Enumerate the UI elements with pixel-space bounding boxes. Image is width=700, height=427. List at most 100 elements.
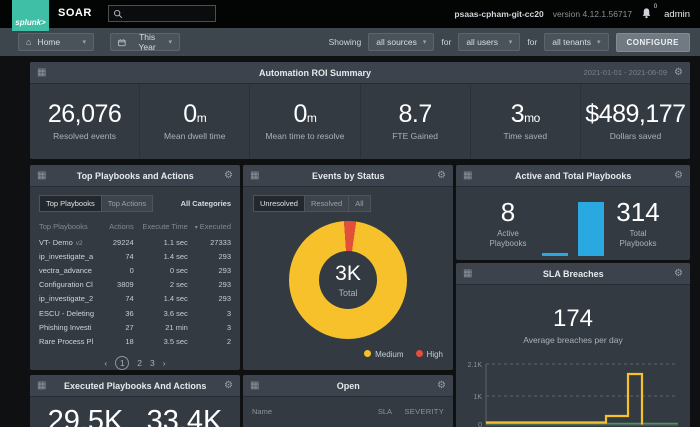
active-bar — [542, 253, 568, 256]
tab-unresolved[interactable]: Unresolved — [253, 195, 305, 212]
gear-icon[interactable]: ⚙ — [437, 171, 446, 181]
topbar-right: psaas-cpham-git-cc20 version 4.12.1.5671… — [454, 0, 690, 28]
panel-executed-playbooks: ▦ Executed Playbooks And Actions ⚙ 29.5K… — [30, 375, 240, 427]
gear-icon[interactable]: ⚙ — [674, 269, 683, 279]
table-row[interactable]: vectra_advance00 sec293 — [39, 263, 231, 277]
active-total-body: 8 Active Playbooks 314 Total Playbooks — [456, 187, 690, 260]
configure-button[interactable]: CONFIGURE — [616, 33, 691, 52]
gear-icon[interactable]: ⚙ — [674, 171, 683, 181]
table-row[interactable]: VT- Demov2 292241.1 sec27333 — [39, 235, 231, 249]
tab-resolved[interactable]: Resolved — [305, 195, 349, 212]
legend-high[interactable]: High — [416, 350, 443, 359]
nav-dropdown[interactable]: ⌂ Home ▾ — [18, 33, 94, 51]
panel-header: ▦ Open ⚙ — [243, 375, 453, 397]
panel-open-events: ▦ Open ⚙ Name SLA SEVERITY — [243, 375, 453, 427]
drag-handle-icon[interactable]: ▦ — [37, 171, 46, 181]
users-value: all users — [466, 37, 498, 47]
drag-handle-icon[interactable]: ▦ — [37, 68, 46, 78]
panel-sla-breaches: ▦ SLA Breaches ⚙ 174 Average breaches pe… — [456, 263, 690, 427]
global-search[interactable] — [108, 5, 216, 22]
events-body: Unresolved Resolved All 3K Total Medium … — [243, 187, 453, 359]
col-actions[interactable]: Actions — [104, 220, 133, 235]
table-row[interactable]: ESCU - Deleting363.6 sec3 — [39, 306, 231, 320]
nav-dropdown-label: Home — [37, 37, 60, 47]
panel-top-playbooks: ▦ Top Playbooks and Actions ⚙ Top Playbo… — [30, 165, 240, 370]
col-name[interactable]: Name — [252, 407, 354, 416]
panel-header: ▦ Automation ROI Summary 2021-01-01 - 20… — [30, 62, 690, 84]
stat-value: 3 — [511, 100, 524, 128]
events-tabs: Unresolved Resolved All — [253, 195, 443, 212]
drag-handle-icon[interactable]: ▦ — [463, 171, 472, 181]
category-filter[interactable]: All Categories — [181, 199, 231, 208]
playbooks-bar-chart[interactable] — [542, 200, 604, 256]
gear-icon[interactable]: ⚙ — [674, 68, 683, 78]
users-select[interactable]: all users ▾ — [458, 33, 520, 51]
tab-top-playbooks[interactable]: Top Playbooks — [39, 195, 102, 212]
dashboard-toolbar: ⌂ Home ▾ This Year ▾ Showing all sources… — [0, 28, 700, 56]
col-severity[interactable]: SEVERITY — [392, 407, 444, 416]
stat-label: FTE Gained — [392, 131, 438, 141]
y-tick-top: 2.1K — [468, 362, 483, 369]
panel-title: Automation ROI Summary — [46, 68, 583, 78]
table-header-row: Top Playbooks Actions Execute Time ▾Exec… — [39, 220, 231, 235]
sla-line-chart[interactable]: 2.1K 1K 0 — [460, 355, 686, 427]
gear-icon[interactable]: ⚙ — [224, 171, 233, 181]
col-executed[interactable]: ▾Executed — [188, 220, 231, 235]
gear-icon[interactable]: ⚙ — [224, 381, 233, 391]
drag-handle-icon[interactable]: ▦ — [250, 171, 259, 181]
drag-handle-icon[interactable]: ▦ — [37, 381, 46, 391]
tab-all[interactable]: All — [349, 195, 370, 212]
app-root: splunk> SOAR psaas-cpham-git-cc20 versio… — [0, 0, 700, 427]
page-3[interactable]: 3 — [150, 358, 155, 368]
tab-top-actions[interactable]: Top Actions — [102, 195, 153, 212]
dashboard-content: ▦ Automation ROI Summary 2021-01-01 - 20… — [0, 56, 700, 427]
total-value: 314 — [610, 199, 666, 225]
panel-title: Top Playbooks and Actions — [46, 171, 224, 181]
col-name[interactable]: Top Playbooks — [39, 220, 104, 235]
sources-select[interactable]: all sources ▾ — [368, 33, 434, 51]
col-execute-time[interactable]: Execute Time — [134, 220, 188, 235]
executed-actions-value: 33.4K — [147, 405, 223, 427]
panel-header: ▦ Active and Total Playbooks ⚙ — [456, 165, 690, 187]
splunk-logo[interactable]: splunk> — [12, 0, 49, 31]
sla-stat: 174 Average breaches per day — [456, 307, 690, 345]
y-tick-mid: 1K — [473, 394, 482, 401]
panel-header: ▦ Executed Playbooks And Actions ⚙ — [30, 375, 240, 397]
panel-events-by-status: ▦ Events by Status ⚙ Unresolved Resolved… — [243, 165, 453, 370]
notification-count-badge: 0 — [654, 4, 657, 10]
table-row[interactable]: ip_investigate_a741.4 sec293 — [39, 249, 231, 263]
table-row[interactable]: ip_investigate_2741.4 sec293 — [39, 292, 231, 306]
legend-medium[interactable]: Medium — [364, 350, 403, 359]
drag-handle-icon[interactable]: ▦ — [250, 381, 259, 391]
table-row[interactable]: Rare Process Pl183.5 sec2 — [39, 334, 231, 348]
executed-body: 29.5K 33.4K — [30, 397, 240, 427]
page-prev[interactable]: ‹ — [104, 358, 107, 368]
stat-time-saved: 3mo Time saved — [471, 84, 581, 158]
table-row[interactable]: Configuration Cl38092 sec293 — [39, 278, 231, 292]
tenants-select[interactable]: all tenants ▾ — [544, 33, 608, 51]
panel-header: ▦ Events by Status ⚙ — [243, 165, 453, 187]
drag-handle-icon[interactable]: ▦ — [463, 269, 472, 279]
stat-label: Dollars saved — [610, 131, 662, 141]
events-donut-chart[interactable]: 3K Total — [289, 221, 407, 339]
search-input[interactable] — [127, 9, 211, 19]
notifications-bell[interactable]: 0 — [641, 6, 655, 22]
user-menu[interactable]: admin — [664, 9, 690, 20]
time-range-dropdown[interactable]: This Year ▾ — [110, 33, 180, 51]
page-next[interactable]: › — [163, 358, 166, 368]
stat-value: 8.7 — [398, 100, 431, 128]
top-playbooks-tabs: Top Playbooks Top Actions All Categories — [39, 195, 231, 212]
y-tick-zero: 0 — [478, 422, 482, 427]
col-sla[interactable]: SLA — [354, 407, 392, 416]
tenants-value: all tenants — [552, 37, 591, 47]
page-1[interactable]: 1 — [115, 356, 129, 370]
stat-value: 0 — [183, 100, 196, 128]
page-2[interactable]: 2 — [137, 358, 142, 368]
gear-icon[interactable]: ⚙ — [437, 381, 446, 391]
sla-avg-value: 174 — [456, 307, 690, 331]
table-row[interactable]: Phishing Investi2721 min3 — [39, 320, 231, 334]
stat-label: Mean time to resolve — [265, 131, 344, 141]
stat-value: 0 — [293, 100, 306, 128]
stat-value: $489,177 — [585, 100, 685, 128]
events-legend: Medium High — [253, 350, 443, 359]
